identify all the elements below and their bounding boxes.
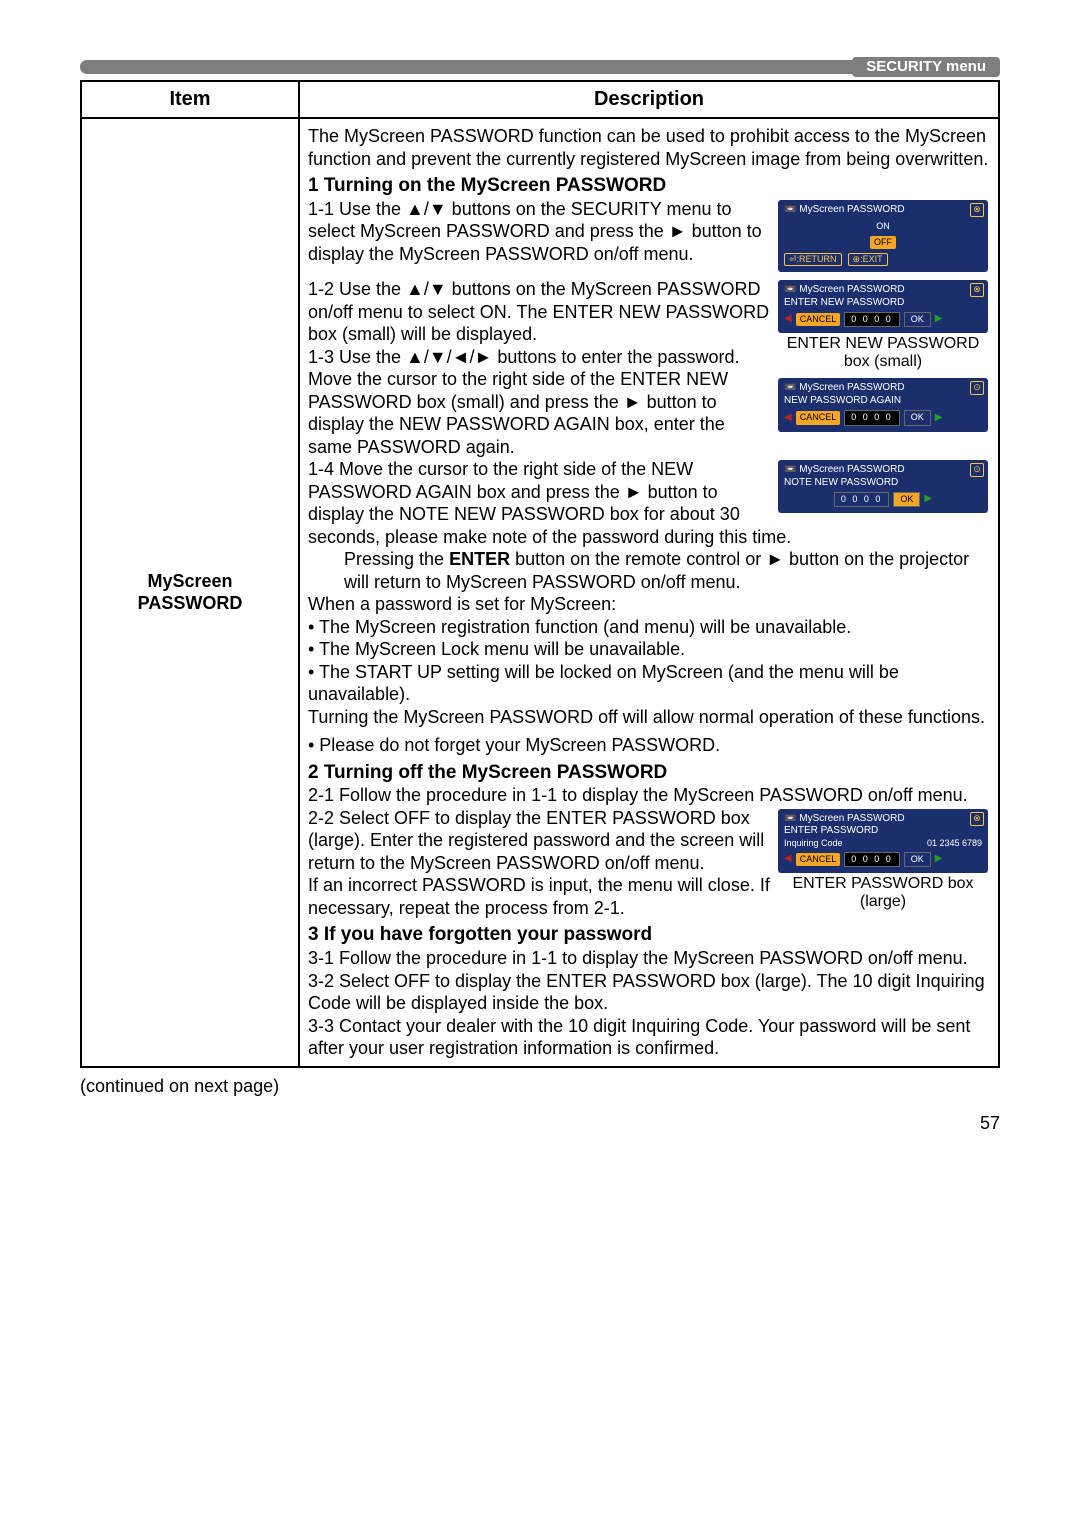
osd-enter-new-small: ⊗ 📼 MyScreen PASSWORD ENTER NEW PASSWORD…	[778, 280, 988, 370]
step-1-tail: Pressing the ENTER button on the remote …	[308, 548, 990, 593]
bullet-3: • The START UP setting will be locked on…	[308, 661, 990, 706]
step-3-2: 3-2 Select OFF to display the ENTER PASS…	[308, 970, 990, 1015]
osd-inq-label: Inquiring Code	[784, 838, 843, 849]
osd-digits: 0 0 0 0	[844, 312, 900, 327]
turnoff-line: Turning the MyScreen PASSWORD off will a…	[308, 706, 990, 729]
caption-line1: ENTER NEW PASSWORD	[787, 335, 980, 352]
bullet-1: • The MyScreen registration function (an…	[308, 616, 990, 639]
header-tab: SECURITY menu	[852, 57, 1000, 77]
osd-exit: ⊕:EXIT	[848, 253, 888, 266]
intro-text: The MyScreen PASSWORD function can be us…	[308, 125, 990, 170]
close-icon: ⊙	[970, 381, 984, 395]
content-table: Item Description MyScreen PASSWORD The M…	[80, 80, 1000, 1068]
when-set: When a password is set for MyScreen:	[308, 593, 990, 616]
close-icon: ⊗	[970, 283, 984, 297]
osd-title: 📼 MyScreen PASSWORD	[784, 204, 982, 217]
osd-onoff: ⊗ 📼 MyScreen PASSWORD ON OFF ⏎:RETURN ⊕:…	[778, 200, 988, 272]
item-name-l2: PASSWORD	[138, 593, 243, 613]
caption-large-l2: (large)	[860, 893, 906, 910]
col-item: Item	[81, 81, 299, 118]
osd-on: ON	[872, 220, 894, 233]
close-icon: ⊗	[970, 203, 984, 217]
close-icon: ⊗	[970, 812, 984, 826]
header-rule: SECURITY menu	[80, 60, 1000, 74]
col-description: Description	[299, 81, 999, 118]
osd-inq-no: 01 2345 6789	[927, 838, 982, 849]
osd-again-label: NEW PASSWORD AGAIN	[784, 395, 982, 408]
item-name-l1: MyScreen	[147, 571, 232, 591]
osd-note-label: NOTE NEW PASSWORD	[784, 477, 982, 490]
osd-off: OFF	[870, 236, 896, 249]
item-cell: MyScreen PASSWORD	[81, 118, 299, 1067]
step-2-1: 2-1 Follow the procedure in 1-1 to displ…	[308, 784, 990, 807]
osd-enter-label: ENTER PASSWORD	[784, 825, 982, 838]
step-3-1: 3-1 Follow the procedure in 1-1 to displ…	[308, 947, 990, 970]
caption-large-l1: ENTER PASSWORD box	[792, 875, 973, 892]
osd-enter-large: ⊗ 📼 MyScreen PASSWORD ENTER PASSWORD Inq…	[778, 809, 988, 911]
caption-line2: box (small)	[844, 353, 922, 370]
osd-ok: OK	[904, 312, 931, 327]
description-cell: The MyScreen PASSWORD function can be us…	[299, 118, 999, 1067]
osd-cancel: CANCEL	[796, 313, 841, 326]
osd-again: ⊙ 📼 MyScreen PASSWORD NEW PASSWORD AGAIN…	[778, 378, 988, 431]
close-icon: ⊙	[970, 463, 984, 477]
dont-forget: • Please do not forget your MyScreen PAS…	[308, 734, 990, 757]
osd-note: ⊙ 📼 MyScreen PASSWORD NOTE NEW PASSWORD …	[778, 460, 988, 513]
section-1-title: 1 Turning on the MyScreen PASSWORD	[308, 174, 990, 198]
section-3-title: 3 If you have forgotten your password	[308, 923, 990, 947]
osd-enter-new: ENTER NEW PASSWORD	[784, 297, 982, 310]
page-number: 57	[80, 1113, 1000, 1134]
continued-note: (continued on next page)	[80, 1076, 1000, 1097]
section-2-title: 2 Turning off the MyScreen PASSWORD	[308, 761, 990, 785]
bullet-2: • The MyScreen Lock menu will be unavail…	[308, 638, 990, 661]
step-3-3: 3-3 Contact your dealer with the 10 digi…	[308, 1015, 990, 1060]
osd-return: ⏎:RETURN	[784, 253, 842, 266]
